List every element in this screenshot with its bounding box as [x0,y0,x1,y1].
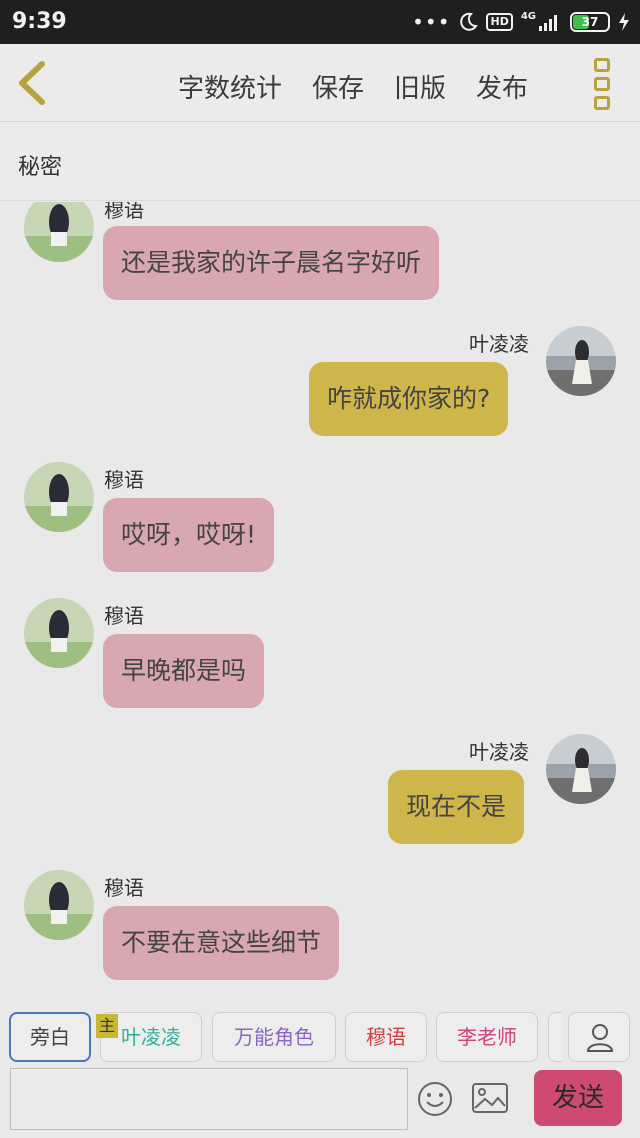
back-button[interactable] [14,58,54,108]
more-notifications-icon: ••• [412,10,451,34]
status-time: 9:39 [12,9,67,34]
menu-square-icon [594,77,610,91]
avatar-girl-seaside-icon [546,734,616,804]
emoji-icon [418,1082,452,1116]
hd-icon: HD [486,13,513,31]
avatar[interactable] [546,326,616,396]
image-icon [472,1083,508,1113]
old-version-button[interactable]: 旧版 [394,68,446,105]
send-button[interactable]: 发送 [534,1070,622,1126]
role-item[interactable]: 穆语 [345,1012,427,1062]
role-narration[interactable]: 旁白 [9,1012,91,1062]
menu-square-icon [594,96,610,110]
main-role-badge: 主 [96,1014,118,1038]
sender-name: 叶凌凌 [469,740,529,764]
sender-name: 穆语 [104,876,144,900]
status-bar: 9:39 ••• HD 4G 37 [0,0,640,44]
avatar-girl-grass-icon [24,870,94,940]
avatar[interactable] [546,734,616,804]
emoji-button[interactable] [416,1080,454,1118]
secret-label[interactable]: 秘密 [18,149,62,181]
battery-icon: 37 [570,12,610,32]
role-item[interactable]: 李老师 [436,1012,538,1062]
avatar[interactable] [24,462,94,532]
save-button[interactable]: 保存 [312,68,364,105]
avatar[interactable] [24,202,94,262]
secret-row: 秘密 [0,123,640,201]
moon-icon [460,12,479,31]
battery-level: 37 [581,15,599,29]
message-bubble[interactable]: 现在不是 [388,770,525,844]
message-input[interactable] [10,1068,408,1130]
input-row: 发送 [0,1066,640,1138]
network-type: 4G [520,10,536,22]
role-selector: 旁白 叶凌凌 主 万能角色 穆语 李老师 [0,1000,640,1070]
sender-name: 穆语 [104,604,144,628]
menu-square-icon [594,58,610,72]
message-bubble[interactable]: 咋就成你家的? [309,362,509,436]
sender-name: 穆语 [104,202,144,222]
avatar[interactable] [24,598,94,668]
image-button[interactable] [470,1080,510,1116]
charging-icon [619,13,629,31]
signal-icon [539,15,557,31]
avatar[interactable] [24,870,94,940]
more-menu-button[interactable] [594,58,614,110]
avatar-girl-grass-icon [24,202,94,262]
publish-button[interactable]: 发布 [476,68,528,105]
message-bubble[interactable]: 哎呀，哎呀! [103,498,275,572]
toolbar-actions: 字数统计 保存 旧版 发布 [178,68,528,105]
avatar-girl-grass-icon [24,462,94,532]
avatar-girl-grass-icon [24,598,94,668]
message-bubble[interactable]: 早晚都是吗 [103,634,265,708]
message-bubble[interactable]: 还是我家的许子晨名字好听 [103,226,440,300]
user-icon [586,1024,614,1052]
chevron-left-icon [19,61,45,105]
word-count-button[interactable]: 字数统计 [178,68,282,105]
sender-name: 穆语 [104,468,144,492]
role-item[interactable]: 万能角色 [212,1012,336,1062]
message-bubble[interactable]: 不要在意这些细节 [103,906,340,980]
top-toolbar: 字数统计 保存 旧版 发布 [0,44,640,122]
chat-area[interactable]: 穆语 还是我家的许子晨名字好听 叶凌凌 咋就成你家的? 穆语 哎呀，哎呀! 穆语… [0,202,640,990]
avatar-girl-seaside-icon [546,326,616,396]
sender-name: 叶凌凌 [469,332,529,356]
status-icons: ••• HD 4G 37 [412,10,630,34]
role-item-partial[interactable] [548,1012,562,1062]
role-manage-button[interactable] [568,1012,630,1062]
